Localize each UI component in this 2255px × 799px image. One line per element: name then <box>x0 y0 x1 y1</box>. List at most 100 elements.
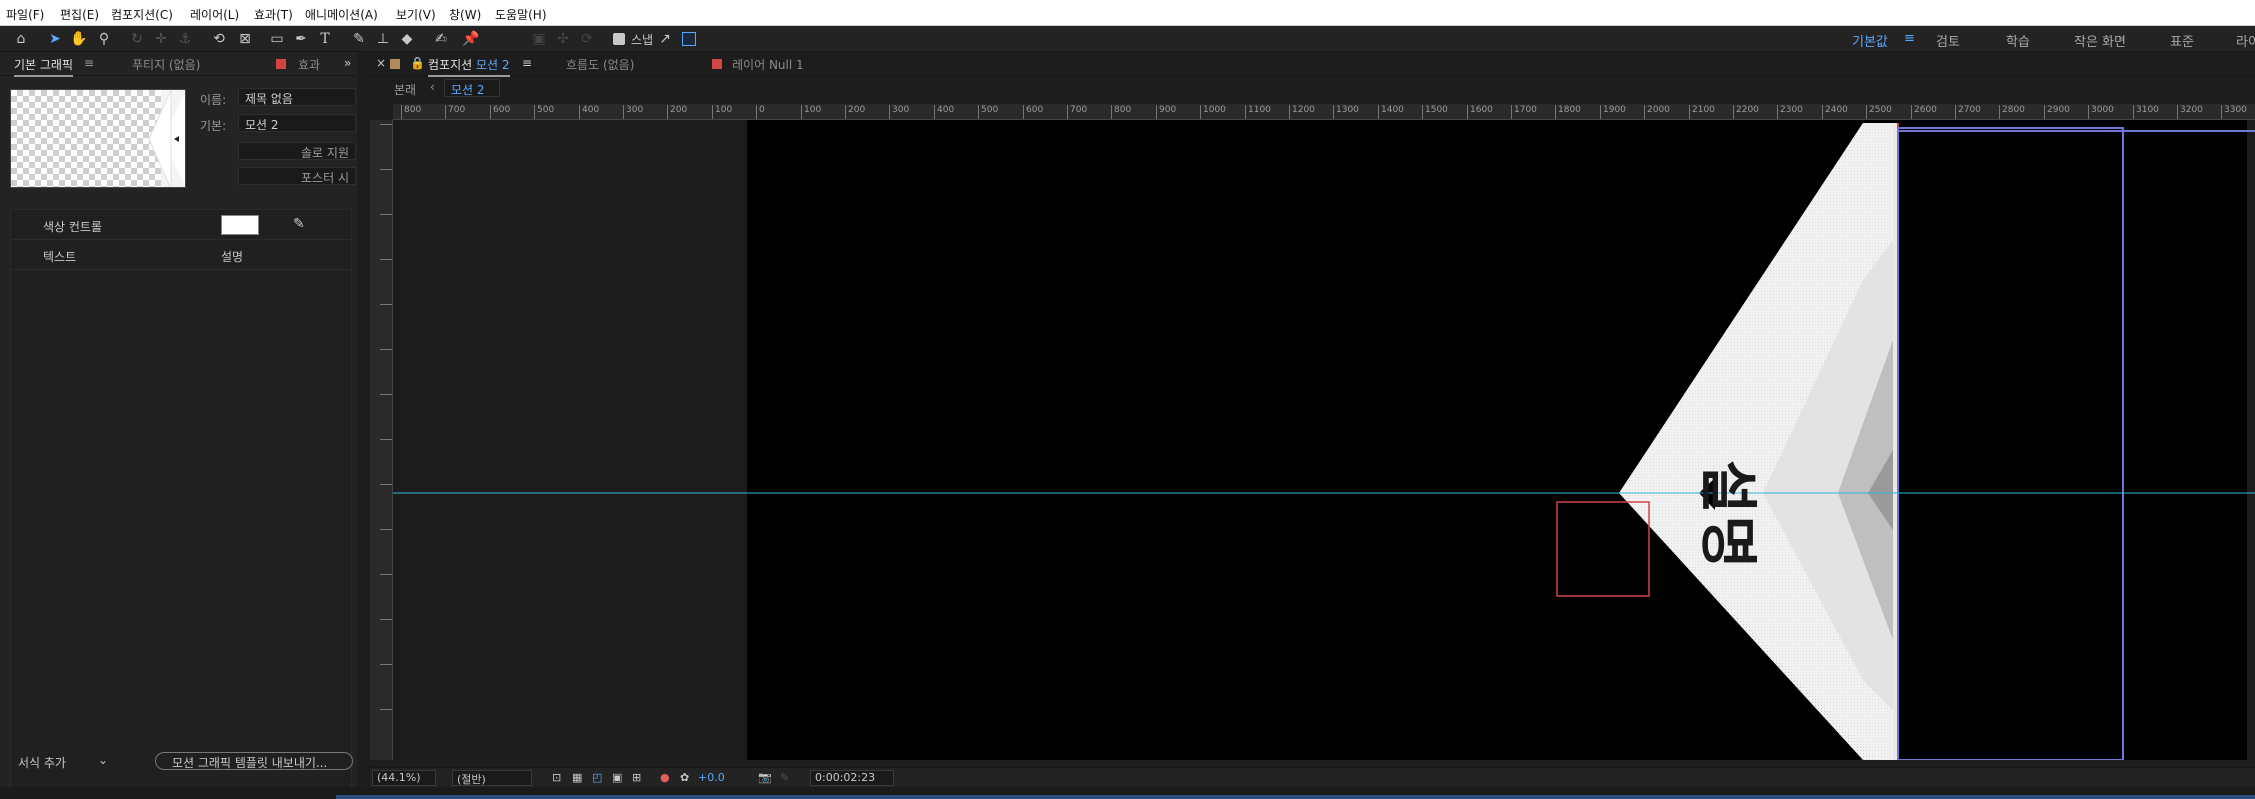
rotate-icon[interactable]: ↻ <box>128 30 146 48</box>
property-name: 텍스트 <box>43 250 77 264</box>
menu-view[interactable]: 보기(V) <box>396 6 436 23</box>
zoom-dropdown[interactable]: (44.1%) <box>372 770 436 786</box>
tab-menu-icon[interactable]: ≡ <box>84 56 94 70</box>
tab-flowchart[interactable]: 흐름도 (없음) <box>566 56 634 73</box>
tab-composition[interactable]: 컴포지션 모션 2 <box>428 56 510 77</box>
menu-help[interactable]: 도움말(H) <box>495 6 547 23</box>
ruler-tick-mark <box>380 574 392 575</box>
menu-window[interactable]: 창(W) <box>449 6 481 23</box>
menu-file[interactable]: 파일(F) <box>6 6 44 23</box>
snap-option-icon[interactable]: ↗ <box>656 30 674 48</box>
snap-checkbox[interactable] <box>613 33 625 45</box>
breadcrumb-back-icon[interactable]: ‹ <box>430 80 435 94</box>
name-field[interactable]: 제목 없음 <box>238 88 356 106</box>
solo-button[interactable]: 솔로 지원 <box>238 142 356 160</box>
anchor-icon[interactable]: ⚓ <box>176 30 194 48</box>
rectangle-icon[interactable]: ▭ <box>268 30 286 48</box>
color-management-icon[interactable]: ● <box>660 771 670 784</box>
clone-stamp-icon[interactable]: ⊥ <box>374 30 392 48</box>
ruler-tick-label: 2200 <box>1733 105 1759 119</box>
workspace-menu-icon[interactable]: ≡ <box>1904 31 1915 46</box>
workspace-learn[interactable]: 학습 <box>2006 31 2030 50</box>
current-time-display[interactable]: 0:00:02:23 <box>810 770 894 786</box>
eyedropper-icon[interactable]: ✎ <box>293 216 305 232</box>
guide-options-icon[interactable]: ▣ <box>612 771 622 784</box>
format-dropdown[interactable]: 서식 추가 ⌄ <box>10 752 114 770</box>
composition-viewer[interactable]: 설명 <box>393 120 2255 760</box>
selection-arrow-icon[interactable]: ➤ <box>46 30 64 48</box>
ruler-tick-label: 800 <box>401 105 421 119</box>
workspace-review[interactable]: 검토 <box>1936 31 1960 50</box>
zoom-icon[interactable]: ⚲ <box>95 30 113 48</box>
color-swatch[interactable] <box>221 215 259 235</box>
workspace-standard[interactable]: 표준 <box>2170 31 2194 50</box>
pen-icon[interactable]: ✒ <box>292 30 310 48</box>
left-panel-tabs: 기본 그래픽 ≡ 푸티지 (없음) 효과 » <box>0 52 357 77</box>
exposure-reset-icon[interactable]: ✿ <box>680 771 689 784</box>
type-icon[interactable]: T <box>316 30 334 48</box>
menu-effect[interactable]: 효과(T) <box>254 6 293 23</box>
undo-rotate-icon[interactable]: ⟲ <box>210 30 228 48</box>
comp-color-swatch <box>390 59 400 69</box>
tab-footage[interactable]: 푸티지 (없음) <box>132 56 200 73</box>
mask-visibility-icon[interactable]: ◰ <box>592 771 602 784</box>
ruler-tick-label: 800 <box>1111 105 1131 119</box>
menu-edit[interactable]: 편집(E) <box>60 6 99 23</box>
export-template-button[interactable]: 모션 그래픽 템플릿 내보내기... <box>155 752 353 770</box>
menu-animation[interactable]: 애니메이션(A) <box>305 6 378 23</box>
axis-local-icon[interactable]: ▣ <box>530 30 548 48</box>
tab-essential-graphics[interactable]: 기본 그래픽 <box>14 56 74 77</box>
export-template-label: 모션 그래픽 템플릿 내보내기... <box>172 756 328 770</box>
workspace-default[interactable]: 기본값 <box>1852 31 1888 50</box>
tab-layer[interactable]: 레이어 Null 1 <box>732 56 804 73</box>
brush-icon[interactable]: ✎ <box>350 30 368 48</box>
panel-overflow-icon[interactable]: » <box>344 56 351 70</box>
eraser-icon[interactable]: ◆ <box>398 30 416 48</box>
base-comp-dropdown[interactable]: 모션 2 <box>238 114 356 132</box>
ruler-tick-mark <box>380 169 392 170</box>
axis-view-icon[interactable]: ⟳ <box>578 30 596 48</box>
hand-icon[interactable]: ✋ <box>70 30 88 48</box>
region-of-interest-icon[interactable]: ⊡ <box>552 771 561 784</box>
close-tab-icon[interactable]: × <box>376 56 386 70</box>
poster-time-button[interactable]: 포스터 시 <box>238 167 356 185</box>
property-row[interactable]: 색상 컨트롤 ✎ <box>11 210 351 240</box>
snapshot-camera-icon[interactable]: 📷 <box>758 771 772 784</box>
vertical-ruler <box>370 120 393 760</box>
menu-layer[interactable]: 레이어(L) <box>190 6 239 23</box>
workspace-small-screen[interactable]: 작은 화면 <box>2074 31 2126 50</box>
axis-world-icon[interactable]: ✣ <box>554 30 572 48</box>
ruler-tick-label: 300 <box>889 105 909 119</box>
property-row[interactable]: 텍스트 설명 <box>11 240 351 270</box>
breadcrumb-item[interactable]: 모션 2 <box>444 79 500 97</box>
move-icon[interactable]: ✛ <box>152 30 170 48</box>
resolution-dropdown[interactable]: (절반) <box>452 770 532 786</box>
show-snapshot-icon[interactable]: ✎ <box>780 771 789 784</box>
pan-behind-icon[interactable]: ⊠ <box>236 30 254 48</box>
tab-effects[interactable]: 효과 <box>298 56 320 73</box>
canvas-title-text[interactable]: 설명 <box>1691 460 1775 571</box>
ruler-tick-label: 600 <box>490 105 510 119</box>
channel-icon[interactable]: ⊞ <box>632 771 641 784</box>
thumbnail-shape <box>148 90 185 187</box>
ruler-tick-mark <box>380 214 392 215</box>
graphic-preview-thumbnail <box>10 89 186 188</box>
exposure-value[interactable]: +0.0 <box>698 771 725 784</box>
workspace-more[interactable]: 라이 <box>2236 31 2255 50</box>
roto-brush-icon[interactable]: ✍ <box>432 30 450 48</box>
ruler-tick-label: 700 <box>445 105 465 119</box>
menu-composition[interactable]: 컴포지션(C) <box>111 6 173 23</box>
ruler-tick-mark <box>380 259 392 260</box>
property-value[interactable]: 설명 <box>221 248 243 265</box>
ruler-tick-label: 700 <box>1067 105 1087 119</box>
transparency-grid-icon[interactable]: ▦ <box>572 771 582 784</box>
home-icon[interactable]: ⌂ <box>12 30 30 48</box>
puppet-pin-icon[interactable]: 📌 <box>462 30 480 48</box>
ruler-tick-label: 0 <box>756 105 765 119</box>
tab-menu-icon[interactable]: ≡ <box>522 56 532 70</box>
snap-label: 스냅 <box>631 33 654 47</box>
lock-icon[interactable]: 🔒 <box>410 56 425 70</box>
ruler-tick-label: 1200 <box>1289 105 1315 119</box>
ruler-tick-mark <box>380 619 392 620</box>
snap-grid-icon[interactable] <box>682 32 696 46</box>
